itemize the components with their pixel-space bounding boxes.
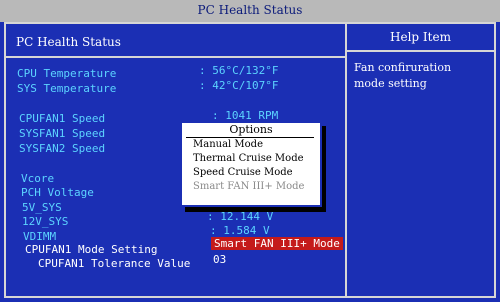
vdimm-value: : 1.584 V xyxy=(210,224,270,237)
right-header-divider xyxy=(347,50,496,52)
option-manual-mode[interactable]: Manual Mode xyxy=(193,139,263,150)
sys-temperature-label: SYS Temperature xyxy=(17,82,117,95)
pch-voltage-label: PCH Voltage xyxy=(21,186,94,199)
option-thermal-cruise-mode[interactable]: Thermal Cruise Mode xyxy=(193,153,304,164)
section-title: PC Health Status xyxy=(16,35,121,49)
5v-sys-label: 5V_SYS xyxy=(22,201,62,214)
cpufan1-tolerance-label[interactable]: CPUFAN1 Tolerance Value xyxy=(38,257,190,270)
cpufan1-speed-label: CPUFAN1 Speed xyxy=(19,112,106,125)
help-line: Fan confiruration xyxy=(354,61,452,74)
help-line: mode setting xyxy=(354,77,427,90)
left-header-divider xyxy=(4,56,345,58)
help-title: Help Item xyxy=(390,30,451,44)
vcore-label: Vcore xyxy=(21,172,55,185)
screen-title: PC Health Status xyxy=(197,3,303,17)
title-bar: ▀▀▀▀ ▀▀▀▀▀ ▀▀▀▀▀▀▀ ▀▀▀ ▀▀▀▀▀▀ ▀▀▀▀▀ PC H… xyxy=(0,0,500,22)
panel-divider xyxy=(345,22,347,298)
options-popup: Options Manual Mode Thermal Cruise Mode … xyxy=(180,121,322,207)
option-smart-fan-mode[interactable]: Smart FAN III+ Mode xyxy=(193,181,304,192)
vdimm-label: VDIMM xyxy=(23,230,57,243)
options-popup-divider xyxy=(186,137,314,138)
options-popup-title: Options xyxy=(229,123,273,136)
cpufan1-mode-value[interactable]: Smart FAN III+ Mode xyxy=(211,237,343,250)
sysfan1-speed-label: SYSFAN1 Speed xyxy=(19,127,106,140)
help-text: Fan confiruration mode setting xyxy=(354,60,451,92)
cpufan1-mode-label[interactable]: CPUFAN1 Mode Setting xyxy=(25,243,157,256)
sysfan2-speed-label: SYSFAN2 Speed xyxy=(19,142,106,155)
12v-sys-label: 12V_SYS xyxy=(22,215,69,228)
sys-temperature-value: : 42°C/107°F xyxy=(199,79,279,92)
option-speed-cruise-mode[interactable]: Speed Cruise Mode xyxy=(193,167,293,178)
cpu-temperature-value: : 56°C/132°F xyxy=(199,64,279,77)
cpu-temperature-label: CPU Temperature xyxy=(17,67,117,80)
cpufan1-tolerance-value[interactable]: 03 xyxy=(213,253,226,266)
